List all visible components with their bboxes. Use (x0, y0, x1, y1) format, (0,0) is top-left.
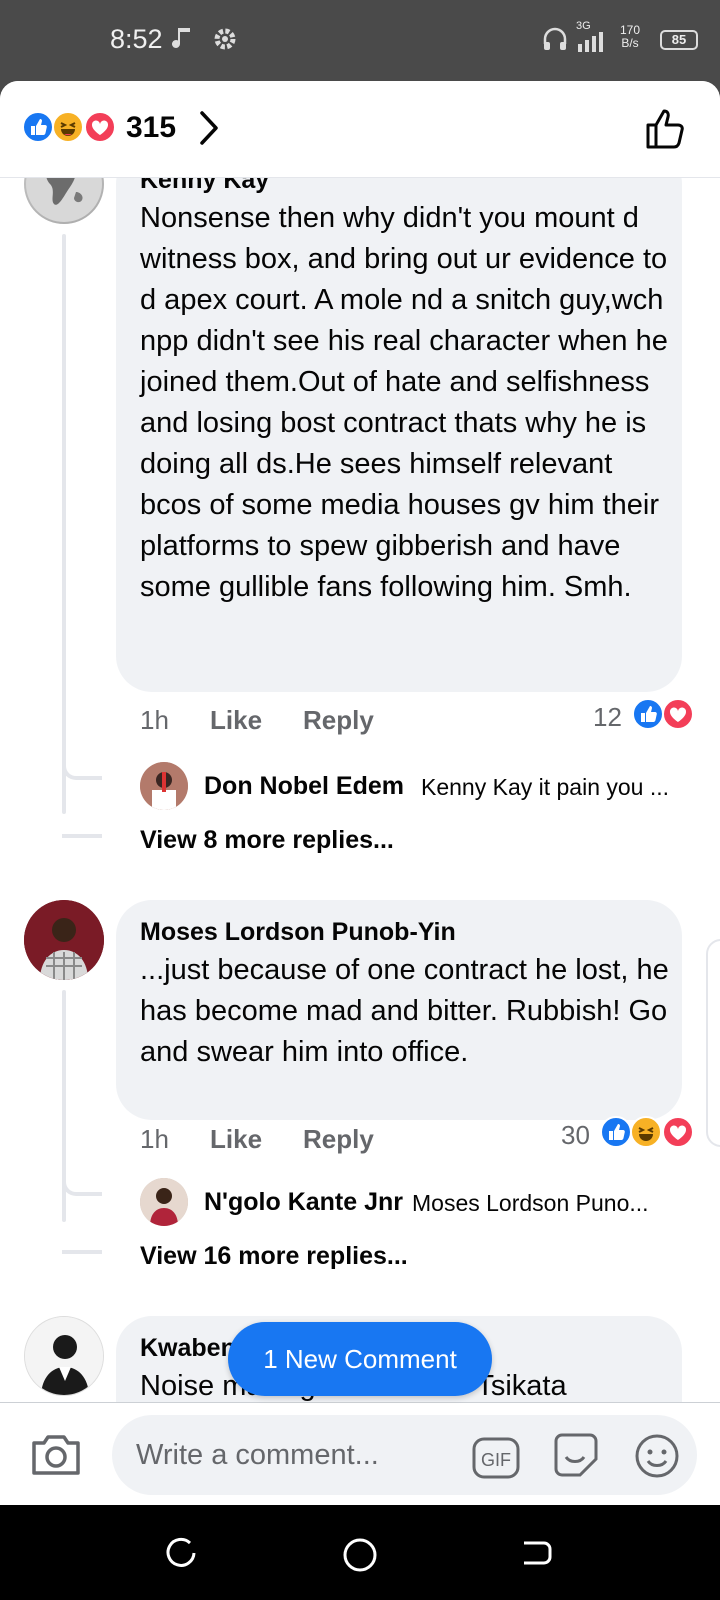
haha-icon (630, 1116, 662, 1148)
avatar[interactable] (24, 178, 104, 224)
comment-composer: Write a comment... GIF (0, 1402, 720, 1505)
like-button[interactable]: Like (210, 705, 262, 736)
thumbs-up-icon[interactable] (644, 107, 688, 156)
view-more-replies[interactable]: View 16 more replies... (140, 1242, 408, 1271)
system-nav-bar (0, 1505, 720, 1600)
home-icon[interactable] (342, 1537, 378, 1578)
reply-snippet: Moses Lordson Puno... (412, 1190, 649, 1216)
emoji-icon[interactable] (634, 1433, 680, 1484)
status-time: 8:52 (110, 24, 163, 54)
reply-author[interactable]: Don Nobel Edem (204, 772, 404, 801)
reaction-count[interactable]: 315 (126, 111, 176, 145)
comment-author[interactable]: Moses Lordson Punob-Yin (140, 918, 456, 947)
thread-connector (62, 816, 102, 838)
music-note-icon (172, 26, 196, 57)
like-icon (22, 111, 54, 143)
status-bar: 8:52 3G 170 B/s 85 (0, 0, 720, 80)
view-more-replies[interactable]: View 8 more replies... (140, 826, 394, 855)
thread-connector (62, 758, 102, 780)
reply-author[interactable]: N'golo Kante Jnr (204, 1188, 403, 1217)
gif-icon[interactable]: GIF (472, 1437, 520, 1484)
gif-label: GIF (481, 1450, 511, 1470)
thread-connector (62, 1174, 102, 1196)
reply-button[interactable]: Reply (303, 705, 374, 736)
battery-indicator: 85 (660, 30, 698, 50)
comment-reaction-count[interactable]: 12 (593, 702, 622, 733)
like-icon (600, 1116, 632, 1148)
avatar[interactable] (140, 1178, 188, 1226)
headphones-icon (542, 26, 568, 57)
gear-icon (212, 26, 238, 57)
sticker-icon[interactable] (552, 1433, 600, 1484)
comment-reaction-count[interactable]: 30 (561, 1120, 590, 1151)
reply-button[interactable]: Reply (303, 1124, 374, 1155)
love-icon (662, 1116, 694, 1148)
thread-connector (62, 1232, 102, 1254)
comment-time: 1h (140, 1124, 169, 1154)
comment-author[interactable]: Kwaben (140, 1334, 236, 1363)
thread-line (62, 234, 66, 814)
reactions-header[interactable]: 315 (0, 81, 720, 178)
camera-icon[interactable] (30, 1431, 82, 1482)
avatar[interactable] (24, 900, 104, 980)
reply-snippet: Kenny Kay it pain you ... (421, 774, 670, 800)
comment-input[interactable]: Write a comment... (112, 1415, 697, 1495)
comments-sheet: 315 Kenny Kay Nonsense then why didn't y… (0, 81, 720, 1505)
recents-icon[interactable] (166, 1537, 198, 1574)
comment-bubble[interactable]: Moses Lordson Punob-Yin ...just because … (116, 900, 682, 1120)
like-icon (632, 698, 664, 730)
love-icon (662, 698, 694, 730)
side-handle[interactable] (706, 939, 720, 1147)
reply-preview[interactable]: Don Nobel Edem Kenny Kay it pain you ... (140, 762, 690, 810)
comment-bubble[interactable]: Kenny Kay Nonsense then why didn't you m… (116, 178, 682, 692)
avatar[interactable] (140, 762, 188, 810)
comment-text: ...just because of one contract he lost,… (140, 954, 669, 1068)
reply-preview[interactable]: N'golo Kante Jnr Moses Lordson Puno... (140, 1178, 690, 1226)
signal-icon (578, 30, 614, 57)
chevron-right-icon[interactable] (198, 109, 222, 152)
love-icon (84, 111, 116, 143)
new-comment-button[interactable]: 1 New Comment (228, 1322, 492, 1396)
net-speed-unit: B/s (621, 36, 639, 50)
net-speed-value: 170 (620, 23, 641, 37)
like-button[interactable]: Like (210, 1124, 262, 1155)
comment-list[interactable]: Kenny Kay Nonsense then why didn't you m… (0, 178, 720, 1483)
avatar[interactable] (24, 1316, 104, 1396)
haha-icon (52, 111, 84, 143)
comment-author[interactable]: Kenny Kay (140, 178, 269, 195)
comment-text: Nonsense then why didn't you mount d wit… (140, 202, 668, 603)
back-icon[interactable] (520, 1537, 552, 1574)
comment-time: 1h (140, 705, 169, 735)
net-speed: 170 B/s (620, 24, 640, 50)
